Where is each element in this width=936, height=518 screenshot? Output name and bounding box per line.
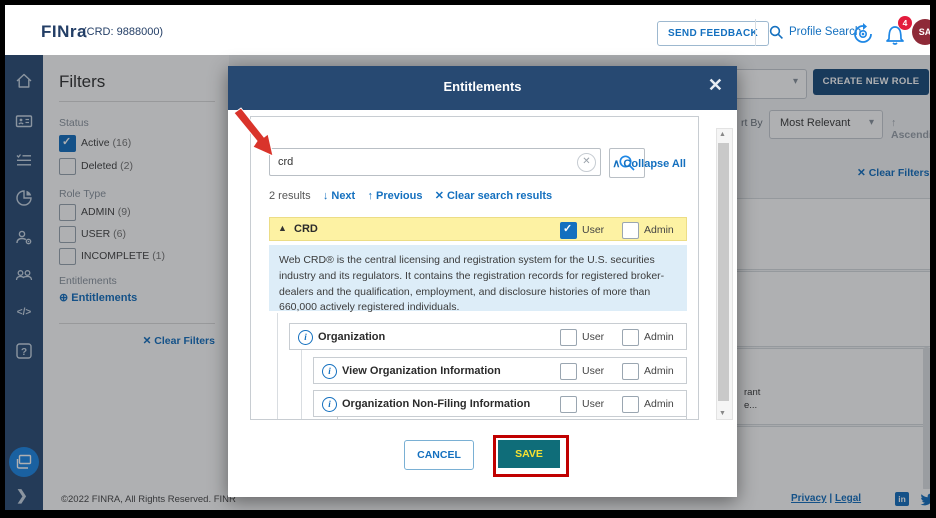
screenshot-frame: FINra (CRD: 9888000) SEND FEEDBACK Profi… [0,0,936,518]
profile-search-link[interactable]: Profile Search [789,26,861,38]
entitlement-row-view-organization-information: i View Organization Information User Adm… [313,357,687,384]
tree-indent-guide [277,313,278,419]
entitlements-modal: Entitlements ✕ ✕ ∧ Collapse All 2 result… [228,66,737,497]
user-label: User [582,398,604,410]
previous-result-link[interactable]: ↑ Previous [367,190,422,202]
next-result-link[interactable]: ↓ Next [323,190,355,202]
admin-label: Admin [644,224,674,236]
entitlement-label: Organization [318,331,385,343]
entitlement-row-organization: i Organization User Admin [289,323,687,350]
app-window: FINra (CRD: 9888000) SEND FEEDBACK Profi… [5,5,930,510]
modal-scrollbar[interactable]: ▲ ▼ [716,128,733,420]
annotation-arrow [230,104,280,164]
crd-section-header[interactable]: ▲ CRD User Admin [269,217,687,241]
admin-label: Admin [644,331,674,343]
top-bar: FINra (CRD: 9888000) SEND FEEDBACK Profi… [5,5,930,55]
admin-label: Admin [644,365,674,377]
user-avatar[interactable]: SA [912,19,930,45]
user-label: User [582,331,604,343]
user-label: User [582,365,604,377]
save-button[interactable]: SAVE [498,440,560,468]
finra-logo: FINra [41,22,87,42]
admin-checkbox[interactable] [622,396,639,413]
search-icon [769,25,784,45]
info-icon[interactable]: i [322,397,337,412]
info-icon[interactable]: i [298,330,313,345]
scroll-down-arrow-icon[interactable]: ▼ [719,410,726,417]
user-label: User [582,224,604,236]
collapse-all-link[interactable]: ∧ Collapse All [612,157,686,170]
entitlements-content-box: ✕ ∧ Collapse All 2 results ↓ Next ↑ Prev… [250,116,699,420]
modal-title: Entitlements [228,79,737,94]
clear-input-icon[interactable]: ✕ [577,153,596,172]
user-checkbox[interactable] [560,329,577,346]
crd-section-name: CRD [294,223,318,235]
user-checkbox[interactable] [560,396,577,413]
entitlement-label: Organization Non-Filing Information [342,398,530,410]
results-count: 2 results [269,190,311,202]
notification-count-badge: 4 [898,16,912,30]
user-checkbox[interactable] [560,363,577,380]
admin-checkbox[interactable] [622,329,639,346]
close-icon[interactable]: ✕ [708,75,723,96]
entitlement-row-partial [337,416,687,420]
crd-description: Web CRD® is the central licensing and re… [269,245,687,311]
crd-user-checkbox[interactable] [560,222,577,239]
scroll-up-arrow-icon[interactable]: ▲ [719,131,726,138]
send-feedback-button[interactable]: SEND FEEDBACK [657,21,769,46]
topbar-divider [755,19,756,46]
cancel-button[interactable]: CANCEL [404,440,474,470]
entitlement-search-input[interactable] [269,148,601,176]
admin-checkbox[interactable] [622,363,639,380]
collapse-triangle-icon[interactable]: ▲ [278,223,287,233]
crd-admin-checkbox[interactable] [622,222,639,239]
clear-search-results-link[interactable]: ✕ Clear search results [435,190,552,202]
admin-label: Admin [644,398,674,410]
entitlement-row-organization-non-filing-information: i Organization Non-Filing Information Us… [313,390,687,417]
scrollbar-thumb[interactable] [718,143,729,401]
recently-viewed-icon[interactable] [852,23,874,50]
entitlement-label: View Organization Information [342,365,501,377]
search-results-row: 2 results ↓ Next ↑ Previous ✕ Clear sear… [269,189,552,202]
crd-number-label: (CRD: 9888000) [83,26,163,38]
info-icon[interactable]: i [322,364,337,379]
modal-header: Entitlements ✕ [228,66,737,110]
tree-indent-guide [301,349,302,419]
